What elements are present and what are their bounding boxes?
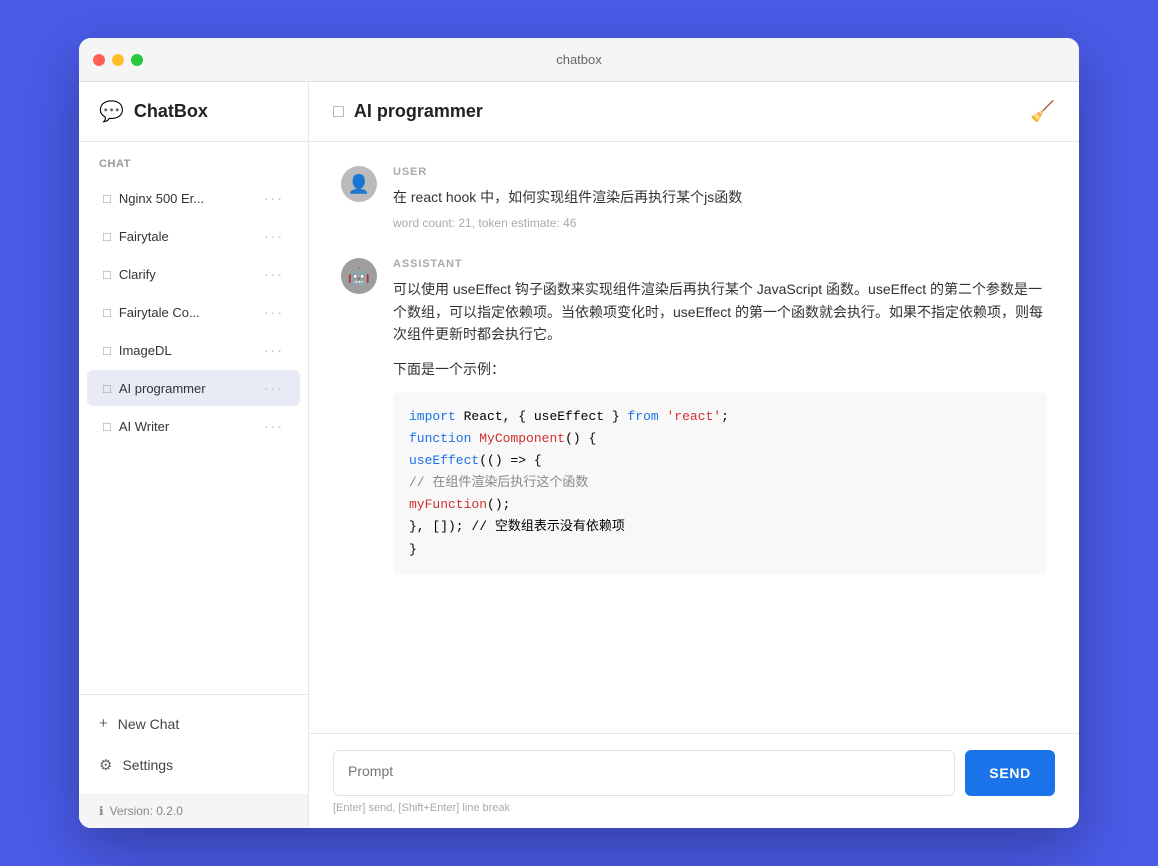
close-dot[interactable] <box>93 54 105 66</box>
version-bar: ℹ Version: 0.2.0 <box>79 794 308 828</box>
sidebar: 💬 ChatBox CHAT □ Nginx 500 Er... ··· □ F… <box>79 82 309 828</box>
chat-item-menu[interactable]: ··· <box>264 418 284 434</box>
code-line: }, []); // 空数组表示没有依赖项 <box>409 516 1031 538</box>
chat-item-name: Fairytale <box>119 229 256 244</box>
code-line: import React, { useEffect } from 'react'… <box>409 406 1031 428</box>
sidebar-item-fairytale-co[interactable]: □ Fairytale Co... ··· <box>87 294 300 330</box>
message-text: 在 react hook 中，如何实现组件渲染后再执行某个js函数 <box>393 186 1047 208</box>
chatbox-icon: 💬 <box>99 99 124 124</box>
chat-item-name: Nginx 500 Er... <box>119 191 256 206</box>
message-text: 可以使用 useEffect 钩子函数来实现组件渲染后再执行某个 JavaScr… <box>393 278 1047 345</box>
chat-item-name: ImageDL <box>119 343 256 358</box>
chat-item-menu[interactable]: ··· <box>264 228 284 244</box>
settings-button[interactable]: ⚙ Settings <box>79 744 308 786</box>
chat-item-icon: □ <box>103 419 111 434</box>
app-body: 💬 ChatBox CHAT □ Nginx 500 Er... ··· □ F… <box>79 82 1079 828</box>
chat-item-icon: □ <box>103 229 111 244</box>
code-line: // 在组件渲染后执行这个函数 <box>409 472 1031 494</box>
chat-section-label: CHAT <box>79 142 308 178</box>
sidebar-header: 💬 ChatBox <box>79 82 308 142</box>
chat-header: □ AI programmer 🧹 <box>309 82 1079 142</box>
input-row: SEND <box>333 750 1055 796</box>
maximize-dot[interactable] <box>131 54 143 66</box>
sidebar-item-clarify[interactable]: □ Clarify ··· <box>87 256 300 292</box>
avatar-assistant: 🤖 <box>341 258 377 294</box>
chat-item-menu[interactable]: ··· <box>264 190 284 206</box>
chat-item-name: AI programmer <box>119 381 256 396</box>
code-line: useEffect(() => { <box>409 450 1031 472</box>
chat-item-menu[interactable]: ··· <box>264 304 284 320</box>
message-1: 🤖 ASSISTANT 可以使用 useEffect 钩子函数来实现组件渲染后再… <box>341 258 1047 574</box>
message-role: ASSISTANT <box>393 258 1047 270</box>
plus-icon: + <box>99 715 108 732</box>
main-panel: □ AI programmer 🧹 👤 USER 在 react hook 中，… <box>309 82 1079 828</box>
prompt-input[interactable] <box>333 750 955 796</box>
chat-item-menu[interactable]: ··· <box>264 266 284 282</box>
chat-item-icon: □ <box>103 191 111 206</box>
messages-area: 👤 USER 在 react hook 中，如何实现组件渲染后再执行某个js函数… <box>309 142 1079 733</box>
sidebar-item-ai-programmer[interactable]: □ AI programmer ··· <box>87 370 300 406</box>
code-line: myFunction(); <box>409 494 1031 516</box>
titlebar: chatbox <box>79 38 1079 82</box>
chat-item-menu[interactable]: ··· <box>264 380 284 396</box>
gear-icon: ⚙ <box>99 756 112 774</box>
message-meta: word count: 21, token estimate: 46 <box>393 216 1047 230</box>
chat-item-menu[interactable]: ··· <box>264 342 284 358</box>
sidebar-item-imagedl[interactable]: □ ImageDL ··· <box>87 332 300 368</box>
sidebar-bottom: + New Chat ⚙ Settings <box>79 694 308 794</box>
chat-item-icon: □ <box>103 343 111 358</box>
window-title: chatbox <box>556 52 602 67</box>
message-content-1: ASSISTANT 可以使用 useEffect 钩子函数来实现组件渲染后再执行… <box>393 258 1047 574</box>
sidebar-item-fairytale[interactable]: □ Fairytale ··· <box>87 218 300 254</box>
code-block: import React, { useEffect } from 'react'… <box>393 392 1047 575</box>
chat-item-icon: □ <box>103 267 111 282</box>
info-icon: ℹ <box>99 804 104 818</box>
avatar-user: 👤 <box>341 166 377 202</box>
app-window: chatbox 💬 ChatBox CHAT □ Nginx 500 Er...… <box>79 38 1079 828</box>
app-name: ChatBox <box>134 101 208 122</box>
chat-header-icon: □ <box>333 101 344 122</box>
version-label: Version: 0.2.0 <box>110 804 183 818</box>
settings-label: Settings <box>122 757 173 773</box>
window-controls <box>93 54 143 66</box>
new-chat-button[interactable]: + New Chat <box>79 703 308 744</box>
chat-item-name: Fairytale Co... <box>119 305 256 320</box>
code-line: } <box>409 539 1031 561</box>
clear-chat-button[interactable]: 🧹 <box>1030 99 1055 124</box>
chat-item-icon: □ <box>103 305 111 320</box>
chat-item-icon: □ <box>103 381 111 396</box>
message-content-0: USER 在 react hook 中，如何实现组件渲染后再执行某个js函数 w… <box>393 166 1047 230</box>
send-button[interactable]: SEND <box>965 750 1055 796</box>
minimize-dot[interactable] <box>112 54 124 66</box>
chat-item-name: Clarify <box>119 267 256 282</box>
sidebar-item-nginx[interactable]: □ Nginx 500 Er... ··· <box>87 180 300 216</box>
message-0: 👤 USER 在 react hook 中，如何实现组件渲染后再执行某个js函数… <box>341 166 1047 230</box>
message-role: USER <box>393 166 1047 178</box>
input-area: SEND [Enter] send, [Shift+Enter] line br… <box>309 733 1079 828</box>
new-chat-label: New Chat <box>118 716 179 732</box>
chat-title: AI programmer <box>354 101 1020 122</box>
input-hint: [Enter] send, [Shift+Enter] line break <box>333 802 1055 820</box>
chat-item-name: AI Writer <box>119 419 256 434</box>
example-label: 下面是一个示例： <box>393 358 1047 380</box>
chat-list: □ Nginx 500 Er... ··· □ Fairytale ··· □ … <box>79 178 308 694</box>
code-line: function MyComponent() { <box>409 428 1031 450</box>
sidebar-item-ai-writer[interactable]: □ AI Writer ··· <box>87 408 300 444</box>
